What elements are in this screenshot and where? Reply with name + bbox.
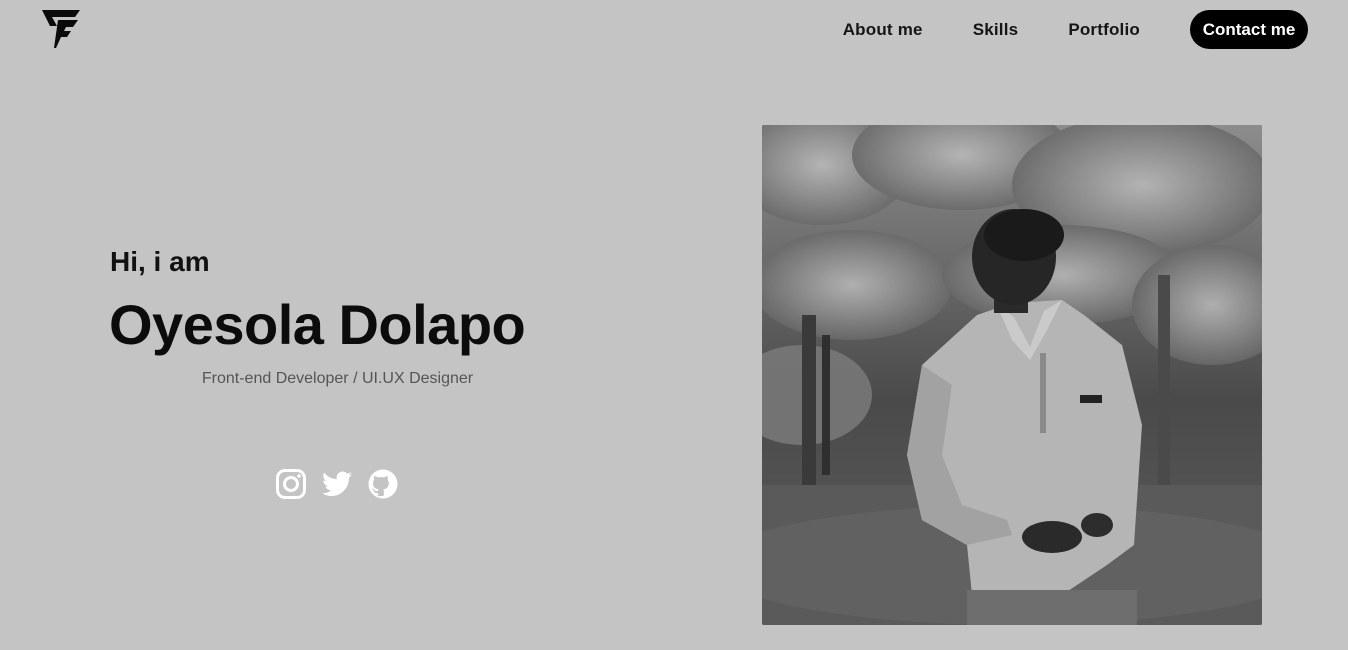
twitter-icon[interactable] bbox=[321, 468, 353, 500]
hero-role: Front-end Developer / UI.UX Designer bbox=[201, 370, 474, 387]
nav-about-link[interactable]: About me bbox=[843, 20, 923, 40]
main-nav: About me Skills Portfolio Contact me bbox=[843, 10, 1308, 49]
page: About me Skills Portfolio Contact me Hi,… bbox=[0, 0, 1348, 650]
github-icon[interactable] bbox=[367, 468, 399, 500]
social-links bbox=[275, 468, 413, 500]
nav-portfolio-link[interactable]: Portfolio bbox=[1068, 20, 1140, 40]
contact-button[interactable]: Contact me bbox=[1190, 10, 1308, 49]
brand-logo-icon[interactable] bbox=[42, 10, 80, 48]
nav-skills-link[interactable]: Skills bbox=[973, 20, 1019, 40]
instagram-icon[interactable] bbox=[275, 468, 307, 500]
profile-photo bbox=[762, 125, 1262, 625]
greeting-text: Hi, i am bbox=[110, 246, 210, 277]
hero-name: Oyesola Dolapo bbox=[109, 293, 526, 356]
